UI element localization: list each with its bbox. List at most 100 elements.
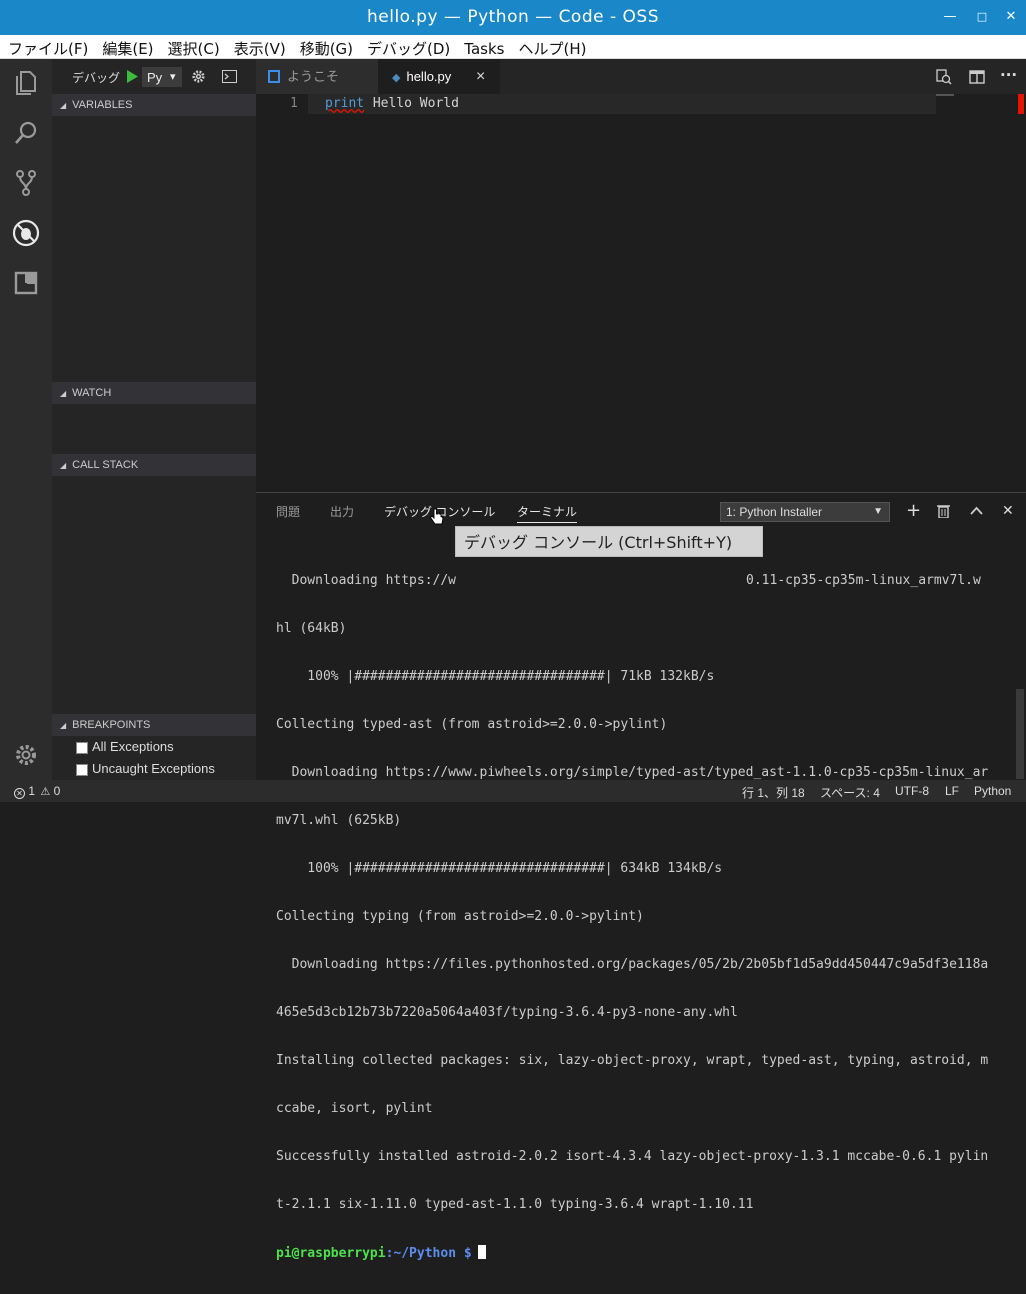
error-count: 1 [28,784,36,798]
code-editor[interactable]: 1 print Hello World [256,94,1026,492]
menu-view[interactable]: 表示(V) [226,35,292,59]
prompt-path: :~/Python $ [385,1246,472,1261]
breakpoints-section-header[interactable]: ◢ BREAKPOINTS [52,714,256,736]
terminal-line: Downloading https://www.piwheels.org/sim… [276,765,989,780]
menu-tasks[interactable]: Tasks [456,37,510,58]
terminal-line: Successfully installed astroid-2.0.2 iso… [276,1149,989,1164]
debug-sidebar: デバッグ Py ▾ ◢ VARIABLES ◢ WATCH ◢ CALL STACK … [52,59,256,780]
expanded-arrow-icon: ◢ [60,389,67,398]
close-window-button[interactable]: ✕ [1002,8,1020,26]
watch-section-header[interactable]: ◢ WATCH [52,382,256,404]
menu-go[interactable]: 移動(G) [292,35,359,59]
kill-terminal-icon[interactable] [937,504,950,518]
menu-edit[interactable]: 編集(E) [94,35,159,59]
minimap[interactable] [936,94,954,96]
more-actions-icon[interactable]: ··· [1000,66,1017,84]
tab-problems[interactable]: 問題 [276,503,300,520]
tab-close-icon[interactable]: × [476,59,485,94]
maximize-panel-icon[interactable] [970,506,983,515]
tab-output[interactable]: 出力 [330,503,354,520]
explorer-icon[interactable] [12,69,40,97]
terminal-line: ccabe, isort, pylint [276,1101,433,1116]
debug-icon[interactable] [12,219,40,247]
breakpoint-label: All Exceptions [92,739,174,754]
expanded-arrow-icon: ◢ [60,461,67,470]
line-number: 1 [290,96,298,111]
split-editor-icon[interactable] [969,70,985,84]
python-file-icon: ◆ [392,72,401,84]
menu-debug[interactable]: デバッグ(D) [359,35,456,59]
new-terminal-icon[interactable]: + [906,500,921,521]
settings-gear-icon[interactable] [12,741,40,769]
debug-config-select[interactable]: Py ▾ [142,67,182,87]
terminal-select-value: 1: Python Installer [726,505,823,519]
menu-file[interactable]: ファイル(F) [0,35,94,59]
debug-console-icon[interactable] [222,70,237,83]
indentation[interactable]: スペース: 4 [820,784,880,801]
breakpoints-list: All Exceptions Uncaught Exceptions [52,736,256,780]
terminal-select[interactable]: 1: Python Installer ▼ [720,502,890,522]
tab-welcome[interactable]: ようこそ [256,59,378,94]
watch-title: WATCH [72,387,112,399]
menu-help[interactable]: ヘルプ(H) [510,35,592,59]
tab-label: hello.py [406,69,452,84]
chevron-down-icon: ▾ [170,71,176,83]
terminal-line: hl (64kB) [276,621,347,636]
warning-count: 0 [53,784,61,798]
terminal-output[interactable]: Downloading https://w 0.11-cp35-cp35m-lin… [276,541,1016,1294]
error-icon: ✕ [14,788,25,799]
problems-status[interactable]: ✕ 1 ⚠ 0 [14,784,60,799]
tab-terminal[interactable]: ターミナル [517,503,578,523]
breakpoint-item[interactable]: Uncaught Exceptions [76,761,215,776]
terminal-prompt: pi@raspberrypi:~/Python $ [276,1245,1016,1262]
code-keyword: print [325,96,365,111]
breakpoint-item[interactable]: All Exceptions [76,739,174,754]
end-of-line[interactable]: LF [945,784,959,798]
variables-section-header[interactable]: ◢ VARIABLES [52,94,256,116]
call-stack-section-header[interactable]: ◢ CALL STACK [52,454,256,476]
breakpoints-title: BREAKPOINTS [72,719,151,731]
terminal-line: Downloading https://w 0.11-cp35-cp35m-lin… [276,573,981,588]
menu-selection[interactable]: 選択(C) [160,35,226,59]
welcome-icon [268,70,280,83]
expanded-arrow-icon: ◢ [60,101,67,110]
status-bar: ✕ 1 ⚠ 0 行 1、列 18 スペース: 4 UTF-8 LF Python [0,780,1026,802]
cursor-position[interactable]: 行 1、列 18 [742,784,805,801]
activity-bar [0,59,52,780]
open-changes-icon[interactable] [936,69,952,85]
mouse-pointer-icon [430,508,444,525]
terminal-line: Collecting typed-ast (from astroid>=2.0.… [276,717,668,732]
expanded-arrow-icon: ◢ [60,721,67,730]
search-icon[interactable] [12,119,40,147]
language-mode[interactable]: Python [974,784,1011,798]
terminal-line: 100% |################################| … [276,861,723,876]
terminal-line: mv7l.whl (625kB) [276,813,402,828]
debug-console-tooltip: デバッグ コンソール (Ctrl+Shift+Y) [455,526,763,557]
terminal-line: t-2.1.1 six-1.11.0 typed-ast-1.1.0 typin… [276,1197,754,1212]
call-stack-title: CALL STACK [72,459,139,471]
debug-settings-gear-icon[interactable] [191,69,206,84]
encoding[interactable]: UTF-8 [895,784,929,798]
tab-hello-py[interactable]: ◆ hello.py × [378,59,500,94]
start-debugging-icon[interactable] [126,70,138,83]
debug-config-value: Py [147,70,163,85]
menu-bar: ファイル(F) 編集(E) 選択(C) 表示(V) 移動(G) デバッグ(D) Tasks ヘ… [0,35,1026,59]
overview-ruler-error-marker [1018,94,1024,114]
breakpoint-label: Uncaught Exceptions [92,761,215,776]
terminal-scrollbar[interactable] [1016,689,1024,779]
maximize-button[interactable]: □ [973,8,991,26]
chevron-down-icon: ▼ [873,506,883,517]
source-control-icon[interactable] [12,169,40,197]
minimize-button[interactable]: — [941,8,959,26]
all-exceptions-checkbox[interactable] [76,741,88,754]
watch-list [52,404,256,454]
terminal-line: Downloading https://files.pythonhosted.o… [276,957,989,972]
extensions-icon[interactable] [12,269,40,297]
terminal-line: 465e5d3cb12b73b7220a5064a403f/typing-3.6… [276,1005,738,1020]
prompt-user: pi@raspberrypi [276,1246,386,1261]
terminal-line: 100% |################################| … [276,669,715,684]
uncaught-exceptions-checkbox[interactable] [76,763,88,776]
window-title: hello.py — Python — Code - OSS [366,7,659,27]
close-panel-icon[interactable]: ✕ [1002,503,1014,519]
variables-title: VARIABLES [72,99,133,111]
